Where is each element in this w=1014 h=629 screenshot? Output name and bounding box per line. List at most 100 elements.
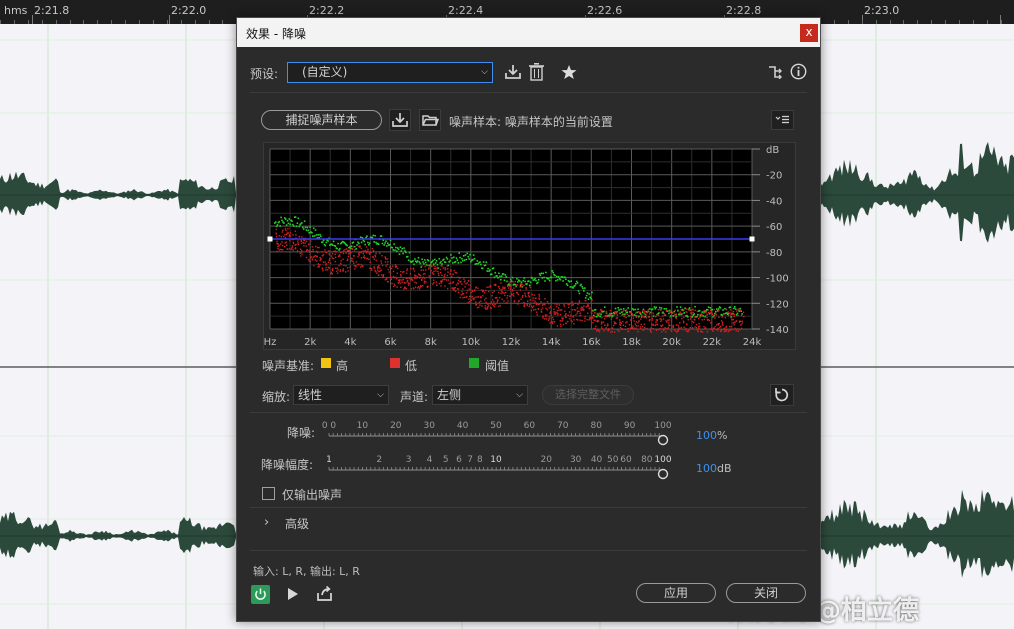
output-noise-only-label: 仅输出噪声 <box>282 488 343 502</box>
slider-tick-label: 5 <box>443 455 449 465</box>
slider-tick-label: 3 <box>406 455 412 465</box>
channel-value: 左侧 <box>437 388 462 402</box>
freq-axis-label: 8k <box>425 337 437 348</box>
menu-icon <box>775 115 789 124</box>
divider <box>250 507 807 508</box>
slider-tick-label: 80 <box>641 455 653 465</box>
legend-swatch-threshold <box>469 358 479 368</box>
preset-value: (自定义) <box>302 65 348 79</box>
chevron-down-icon: ⌵ <box>377 390 384 400</box>
freq-axis-label: 22k <box>703 337 722 348</box>
save-preset-icon[interactable] <box>504 64 522 80</box>
noise-reduction-slider[interactable]: 0 0 10 20 30 40 50 60 70 80 90 100 <box>317 420 677 446</box>
slider-tick-label: 0 0 <box>322 421 337 431</box>
legend-label-high: 高 <box>336 359 349 373</box>
curve-handle-left[interactable] <box>267 236 273 242</box>
slider-tick-label: 20 <box>541 455 553 465</box>
open-noise-print-button[interactable] <box>419 109 441 131</box>
noise-reduction-slider-track[interactable]: 0 0 10 20 30 40 50 60 70 80 90 100 <box>317 420 677 448</box>
ruler-major-tick <box>32 15 33 24</box>
close-window-button[interactable]: x <box>800 24 818 42</box>
noise-spectrum-graph[interactable]: dB -20 -40 -60 -80 -100 -120 -140 Hz 2k 4k 6k 8k 10k 1… <box>263 142 796 350</box>
reduce-by-label: 降噪幅度: <box>261 458 314 472</box>
save-noise-print-button[interactable] <box>389 109 411 131</box>
play-preview-icon[interactable] <box>286 586 300 602</box>
folder-icon <box>422 115 440 126</box>
reduce-by-slider-track[interactable]: 1 2 3 4 5 6 7 8 10 20 30 40 50 60 80 100 <box>317 454 677 482</box>
slider-tick-label: 30 <box>570 455 582 465</box>
slider-tick-label: 40 <box>457 421 469 431</box>
help-icon[interactable] <box>790 63 807 80</box>
select-entire-file-button[interactable]: 选择完整文件 <box>542 385 634 405</box>
reduce-by-slider-thumb[interactable] <box>657 468 669 480</box>
noise-reduction-slider-thumb[interactable] <box>657 434 669 446</box>
capture-noise-print-button[interactable]: 捕捉噪声样本 <box>261 110 382 130</box>
freq-axis-label: 2k <box>304 337 316 348</box>
channel-label: 声道: <box>400 390 429 404</box>
legend-swatch-low <box>390 358 400 368</box>
spectrum-plot[interactable]: dB -20 -40 -60 -80 -100 -120 -140 Hz 2k 4k 6k 8k 10k 1… <box>264 143 795 349</box>
slider-tick-label: 1 <box>326 455 332 465</box>
favorite-star-icon[interactable] <box>561 64 577 80</box>
freq-axis-label: 18k <box>622 337 641 348</box>
power-toggle-button[interactable] <box>251 585 270 604</box>
divider <box>250 412 807 413</box>
slider-tick-label: 10 <box>357 421 369 431</box>
panel-menu-button[interactable] <box>771 110 794 130</box>
curve-handle-right[interactable] <box>749 236 755 242</box>
db-axis-label: -80 <box>766 248 782 259</box>
slider-tick-label: 4 <box>427 455 433 465</box>
slider-tick-label: 2 <box>376 455 382 465</box>
freq-axis-label: 16k <box>582 337 601 348</box>
routing-icon[interactable] <box>768 65 783 79</box>
reset-icon <box>775 388 789 402</box>
db-axis-label: -120 <box>766 299 789 310</box>
freq-axis-label: 24k <box>743 337 762 348</box>
slider-tick-label: 60 <box>620 455 632 465</box>
close-dialog-button[interactable]: 关闭 <box>726 583 806 603</box>
ruler-tick-label: 2:22.0 <box>171 4 207 17</box>
db-axis-label: -40 <box>766 196 782 207</box>
freq-axis-label: 10k <box>462 337 481 348</box>
delete-preset-icon[interactable] <box>529 63 544 81</box>
db-axis-label: -100 <box>766 274 789 285</box>
dialog-titlebar[interactable]: 效果 - 降噪 x <box>237 18 820 47</box>
slider-tick-label: 80 <box>590 421 602 431</box>
slider-tick-label: 50 <box>490 421 502 431</box>
slider-tick-label: 30 <box>423 421 435 431</box>
preset-select[interactable]: (自定义) ⌵ <box>287 62 493 83</box>
preset-label: 预设: <box>250 67 279 81</box>
chevron-down-icon: ⌵ <box>481 67 488 77</box>
reset-graph-button[interactable] <box>770 384 794 406</box>
power-icon <box>255 588 266 600</box>
slider-tick-label: 100 <box>654 421 671 431</box>
slider-tick-label: 100 <box>654 455 671 465</box>
loop-export-icon[interactable] <box>316 585 334 602</box>
channel-select[interactable]: 左侧 ⌵ <box>432 385 528 405</box>
apply-button[interactable]: 应用 <box>636 583 716 603</box>
db-axis-label: -20 <box>766 171 782 182</box>
freq-axis-label: 20k <box>662 337 681 348</box>
slider-tick-label: 70 <box>557 421 569 431</box>
freq-axis-label: Hz <box>264 337 276 348</box>
slider-tick-label: 50 <box>607 455 619 465</box>
noise-reduction-unit: % <box>717 429 728 442</box>
ruler-tick-label: 2:22.2 <box>309 4 345 17</box>
chevron-right-icon[interactable]: › <box>264 515 269 530</box>
slider-tick-label: 20 <box>390 421 402 431</box>
scale-value: 线性 <box>298 388 323 402</box>
legend-label-threshold: 阈值 <box>485 359 510 373</box>
reduce-by-unit: dB <box>717 462 732 475</box>
noise-reduction-value[interactable]: 100 <box>696 429 717 442</box>
scale-select[interactable]: 线性 ⌵ <box>293 385 389 405</box>
dialog-title: 效果 - 降噪 <box>246 27 306 41</box>
reduce-by-value[interactable]: 100 <box>696 462 717 475</box>
output-noise-only-checkbox[interactable] <box>262 487 275 500</box>
legend-title: 噪声基准: <box>262 359 315 373</box>
reduce-by-slider[interactable]: 1 2 3 4 5 6 7 8 10 20 30 40 50 60 80 100 <box>317 454 677 480</box>
freq-axis-label: 12k <box>502 337 521 348</box>
slider-tick-label: 90 <box>624 421 636 431</box>
advanced-section-toggle[interactable]: 高级 <box>285 515 309 532</box>
freq-axis-label: 4k <box>344 337 356 348</box>
chevron-down-icon: ⌵ <box>516 390 523 400</box>
